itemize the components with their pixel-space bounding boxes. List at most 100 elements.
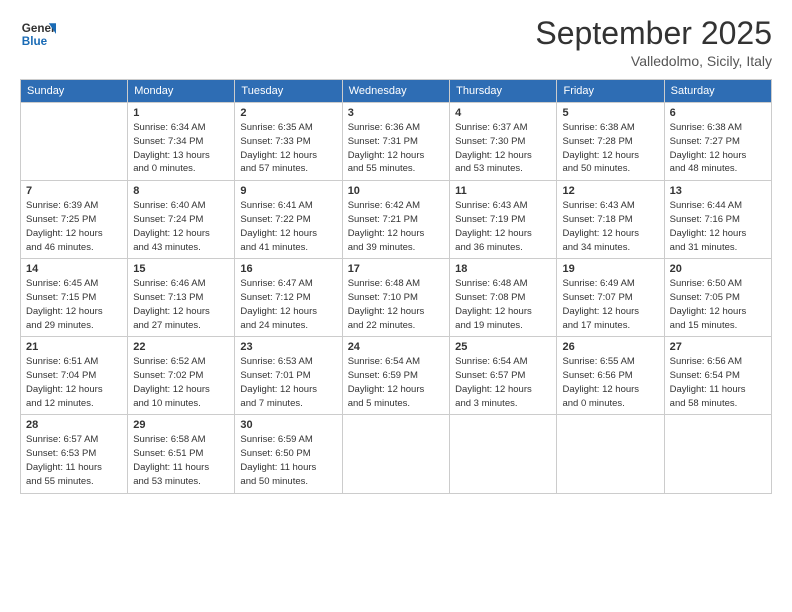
day-info: Sunrise: 6:53 AM	[240, 355, 336, 369]
calendar-table: Sunday Monday Tuesday Wednesday Thursday…	[20, 79, 772, 493]
day-info: and 0 minutes.	[133, 162, 229, 176]
day-info: Sunset: 7:12 PM	[240, 291, 336, 305]
day-info: Sunrise: 6:45 AM	[26, 277, 122, 291]
day-info: Sunrise: 6:59 AM	[240, 433, 336, 447]
day-info: Daylight: 12 hours	[670, 149, 766, 163]
day-info: Sunrise: 6:38 AM	[562, 121, 658, 135]
day-info: Sunset: 7:01 PM	[240, 369, 336, 383]
day-info: Daylight: 12 hours	[670, 227, 766, 241]
day-cell: 30Sunrise: 6:59 AMSunset: 6:50 PMDayligh…	[235, 415, 342, 493]
day-number: 13	[670, 185, 766, 197]
day-info: and 57 minutes.	[240, 162, 336, 176]
day-info: and 46 minutes.	[26, 241, 122, 255]
day-cell: 1Sunrise: 6:34 AMSunset: 7:34 PMDaylight…	[128, 103, 235, 181]
day-info: Sunset: 7:34 PM	[133, 135, 229, 149]
day-info: and 29 minutes.	[26, 319, 122, 333]
day-info: and 53 minutes.	[133, 475, 229, 489]
day-info: Sunset: 7:13 PM	[133, 291, 229, 305]
day-info: Sunrise: 6:50 AM	[670, 277, 766, 291]
day-info: and 17 minutes.	[562, 319, 658, 333]
day-info: and 27 minutes.	[133, 319, 229, 333]
day-info: Sunset: 7:04 PM	[26, 369, 122, 383]
logo: General Blue	[20, 16, 56, 52]
day-cell: 16 Sunrise: 6:47 AMSunset: 7:12 PMDayligh…	[235, 259, 342, 337]
day-info: Daylight: 11 hours	[240, 461, 336, 475]
day-number: 6	[670, 107, 766, 119]
day-info: and 10 minutes.	[133, 397, 229, 411]
day-cell: 20Sunrise: 6:50 AMSunset: 7:05 PMDayligh…	[664, 259, 771, 337]
day-info: and 7 minutes.	[240, 397, 336, 411]
day-number: 24	[348, 341, 444, 353]
day-info: Daylight: 12 hours	[670, 305, 766, 319]
day-info: Sunset: 7:18 PM	[562, 213, 658, 227]
day-number: 1	[133, 107, 229, 119]
day-number: 7	[26, 185, 122, 197]
day-number: 26	[562, 341, 658, 353]
location: Valledolmo, Sicily, Italy	[535, 53, 772, 69]
day-cell: 2Sunrise: 6:35 AMSunset: 7:33 PMDaylight…	[235, 103, 342, 181]
day-info: Sunrise: 6:54 AM	[455, 355, 551, 369]
day-cell: 13Sunrise: 6:44 AMSunset: 7:16 PMDayligh…	[664, 181, 771, 259]
day-cell	[557, 415, 664, 493]
svg-text:Blue: Blue	[22, 35, 48, 48]
day-info: Sunset: 7:10 PM	[348, 291, 444, 305]
calendar-header-row: Sunday Monday Tuesday Wednesday Thursday…	[21, 80, 772, 103]
day-info: Daylight: 12 hours	[240, 383, 336, 397]
day-info: Daylight: 12 hours	[26, 227, 122, 241]
day-info: Daylight: 12 hours	[348, 305, 444, 319]
day-info: and 34 minutes.	[562, 241, 658, 255]
day-info: Daylight: 12 hours	[133, 305, 229, 319]
day-info: Daylight: 12 hours	[26, 305, 122, 319]
day-number: 30	[240, 419, 336, 431]
day-info: and 55 minutes.	[348, 162, 444, 176]
day-cell: 14Sunrise: 6:45 AMSunset: 7:15 PMDayligh…	[21, 259, 128, 337]
page-header: General Blue September 2025 Valledolmo, …	[20, 16, 772, 69]
day-info: Sunset: 6:56 PM	[562, 369, 658, 383]
day-number: 18	[455, 263, 551, 275]
week-row-2: 7Sunrise: 6:39 AMSunset: 7:25 PMDaylight…	[21, 181, 772, 259]
day-info: Daylight: 12 hours	[348, 149, 444, 163]
day-info: Daylight: 12 hours	[240, 227, 336, 241]
day-number: 16	[240, 263, 336, 275]
day-info: Sunset: 6:57 PM	[455, 369, 551, 383]
day-number: 28	[26, 419, 122, 431]
month-title: September 2025	[535, 16, 772, 51]
day-info: Sunrise: 6:47 AM	[240, 277, 336, 291]
day-cell: 18Sunrise: 6:48 AMSunset: 7:08 PMDayligh…	[450, 259, 557, 337]
day-info: Sunrise: 6:42 AM	[348, 199, 444, 213]
day-number: 17	[348, 263, 444, 275]
day-info: Daylight: 12 hours	[562, 305, 658, 319]
day-info: Sunset: 7:05 PM	[670, 291, 766, 305]
day-info: and 5 minutes.	[348, 397, 444, 411]
day-info: Sunset: 7:22 PM	[240, 213, 336, 227]
day-info: Sunset: 7:19 PM	[455, 213, 551, 227]
day-info: and 48 minutes.	[670, 162, 766, 176]
day-info: Daylight: 12 hours	[455, 383, 551, 397]
day-info: Sunrise: 6:37 AM	[455, 121, 551, 135]
day-info: and 19 minutes.	[455, 319, 551, 333]
day-info: Sunrise: 6:48 AM	[455, 277, 551, 291]
day-info: Daylight: 12 hours	[240, 305, 336, 319]
day-cell: 25Sunrise: 6:54 AMSunset: 6:57 PMDayligh…	[450, 337, 557, 415]
day-info: Daylight: 12 hours	[562, 227, 658, 241]
day-info: Sunset: 7:02 PM	[133, 369, 229, 383]
day-info: Sunrise: 6:46 AM	[133, 277, 229, 291]
day-cell: 26Sunrise: 6:55 AMSunset: 6:56 PMDayligh…	[557, 337, 664, 415]
day-info: and 50 minutes.	[562, 162, 658, 176]
col-tuesday: Tuesday	[235, 80, 342, 103]
day-info: Sunrise: 6:48 AM	[348, 277, 444, 291]
day-info: Sunset: 7:07 PM	[562, 291, 658, 305]
day-info: and 41 minutes.	[240, 241, 336, 255]
day-info: Sunrise: 6:56 AM	[670, 355, 766, 369]
day-cell: 23Sunrise: 6:53 AMSunset: 7:01 PMDayligh…	[235, 337, 342, 415]
day-cell	[664, 415, 771, 493]
day-info: Sunrise: 6:39 AM	[26, 199, 122, 213]
day-info: Sunrise: 6:44 AM	[670, 199, 766, 213]
col-sunday: Sunday	[21, 80, 128, 103]
day-number: 22	[133, 341, 229, 353]
day-info: and 3 minutes.	[455, 397, 551, 411]
day-cell: 7Sunrise: 6:39 AMSunset: 7:25 PMDaylight…	[21, 181, 128, 259]
day-number: 4	[455, 107, 551, 119]
day-number: 8	[133, 185, 229, 197]
day-number: 5	[562, 107, 658, 119]
